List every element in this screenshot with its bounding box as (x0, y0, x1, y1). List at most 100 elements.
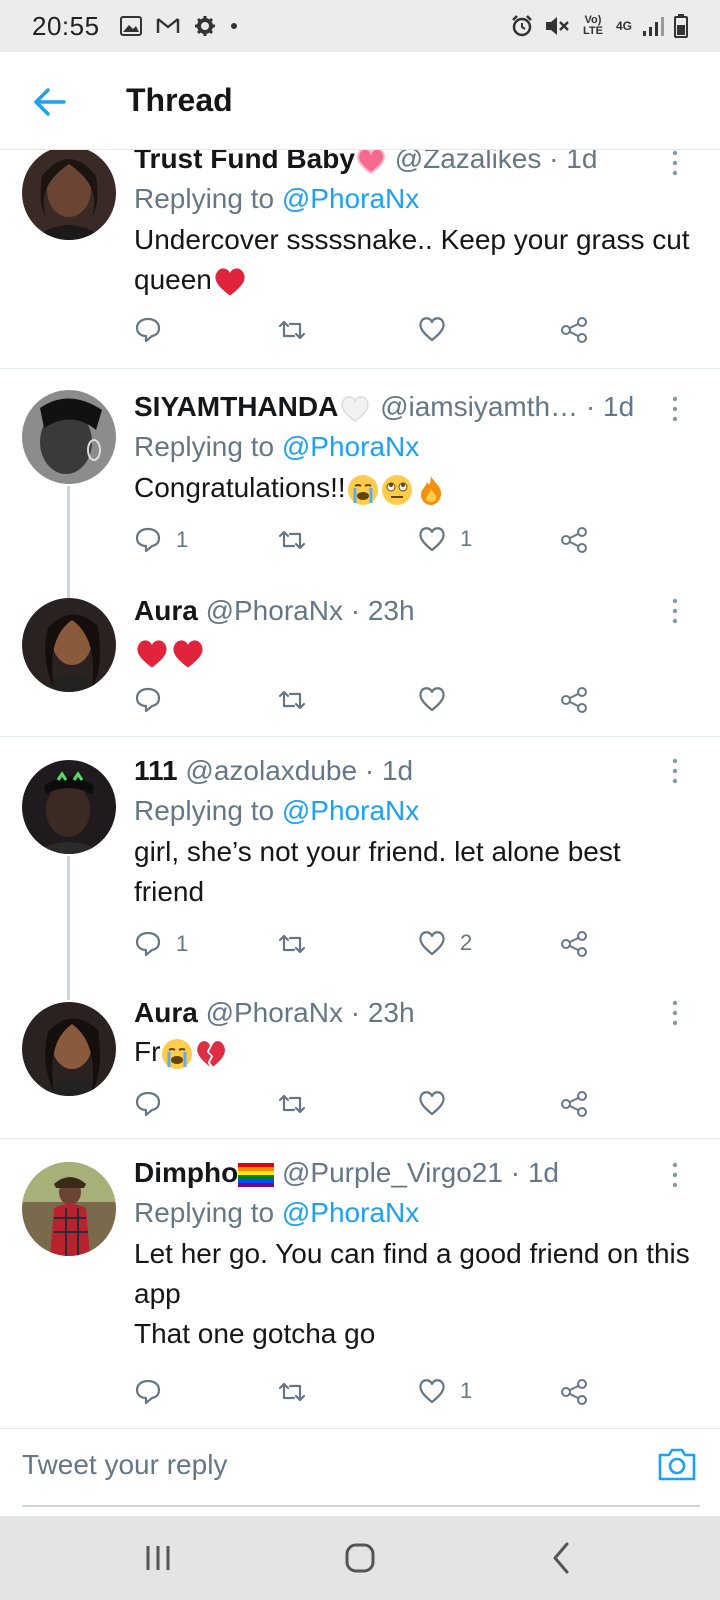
heart-icon (419, 1091, 445, 1116)
like-button[interactable]: 2 (418, 930, 472, 956)
share-icon (561, 1091, 587, 1117)
reply-underline (22, 1505, 700, 1507)
retweet-icon (278, 1094, 306, 1114)
retweet-button[interactable] (276, 526, 308, 554)
home-icon[interactable] (340, 1538, 380, 1578)
retweet-icon (278, 934, 306, 954)
display-name[interactable]: SIYAMTHANDA (134, 391, 338, 422)
user-handle[interactable]: @iamsiyamth… (380, 391, 578, 422)
broken-heart-icon (197, 1040, 226, 1067)
tweet-time: · 1d (549, 150, 598, 174)
replying-to: Replying to @PhoraNx (134, 182, 700, 216)
avatar[interactable] (22, 760, 116, 854)
tweet-header: Dimpho @Purple_Virgo21 · 1d (134, 1156, 700, 1190)
like-count: 2 (460, 930, 473, 955)
share-button[interactable] (560, 1090, 588, 1118)
display-name[interactable]: 111 (134, 755, 178, 786)
red-heart-icon (173, 639, 203, 668)
rainbow-flag-icon (238, 1162, 275, 1187)
recents-icon[interactable] (138, 1538, 178, 1578)
mention-link[interactable]: @PhoraNx (282, 183, 419, 214)
divider (0, 368, 720, 369)
reply-button[interactable]: 1 (134, 526, 188, 554)
mention-link[interactable]: @PhoraNx (282, 795, 419, 826)
tweet-text (134, 632, 700, 672)
like-button[interactable] (418, 316, 460, 342)
like-button[interactable]: 1 (418, 1378, 472, 1404)
more-options-icon[interactable] (670, 396, 680, 422)
mention-link[interactable]: @PhoraNx (282, 1197, 419, 1228)
gallery-icon (119, 16, 142, 36)
more-options-icon[interactable] (670, 758, 680, 784)
avatar[interactable] (22, 1162, 116, 1256)
avatar[interactable] (22, 390, 116, 484)
user-handle[interactable]: @Purple_Virgo21 (282, 1157, 503, 1188)
user-handle[interactable]: @PhoraNx (206, 595, 343, 626)
divider (0, 736, 720, 737)
more-options-icon[interactable] (670, 1162, 680, 1188)
like-button[interactable] (418, 1090, 460, 1116)
reply-button[interactable] (134, 1090, 176, 1118)
like-button[interactable] (418, 686, 460, 712)
share-icon (561, 527, 587, 553)
tweet-actions: 1 2 (134, 930, 614, 970)
share-button[interactable] (560, 526, 588, 554)
reply-button[interactable] (134, 1378, 176, 1406)
tweet-time: · 23h (350, 997, 415, 1028)
share-button[interactable] (560, 686, 588, 714)
mention-link[interactable]: @PhoraNx (282, 431, 419, 462)
page-title: Thread (126, 82, 233, 118)
like-count: 1 (460, 526, 473, 551)
display-name[interactable]: Aura (134, 595, 198, 626)
status-time: 20:55 (32, 10, 100, 41)
arrow-left-icon[interactable] (30, 82, 70, 122)
back-icon[interactable] (542, 1538, 582, 1578)
tweet-actions (134, 1090, 614, 1130)
thread-feed[interactable]: Trust Fund Baby @Zazalikes · 1d Replying… (0, 150, 720, 1428)
reply-icon (135, 1379, 161, 1405)
avatar[interactable] (22, 150, 116, 240)
display-name[interactable]: Aura (134, 997, 198, 1028)
share-icon (561, 687, 587, 713)
tweet-header: Aura @PhoraNx · 23h (134, 996, 700, 1030)
reply-button[interactable]: 1 (134, 930, 188, 958)
heart-icon (419, 931, 445, 956)
retweet-button[interactable] (276, 1378, 308, 1406)
tweet-time: · 23h (350, 595, 415, 626)
like-button[interactable]: 1 (418, 526, 472, 552)
reply-input[interactable] (22, 1443, 622, 1487)
more-options-icon[interactable] (670, 150, 680, 176)
heart-icon (419, 687, 445, 712)
more-options-icon[interactable] (670, 1000, 680, 1026)
reply-button[interactable] (134, 316, 176, 344)
more-options-icon[interactable] (670, 598, 680, 624)
replying-to: Replying to @PhoraNx (134, 430, 700, 464)
share-button[interactable] (560, 930, 588, 958)
user-handle[interactable]: @Zazalikes (395, 150, 542, 174)
retweet-button[interactable] (276, 686, 308, 714)
user-handle[interactable]: @azolaxdube (185, 755, 357, 786)
divider (0, 1138, 720, 1139)
signal-icon (643, 17, 664, 36)
tweet-text-line: That one gotcha go (134, 1318, 376, 1349)
tweet-actions: 1 1 (134, 526, 614, 566)
avatar[interactable] (22, 1002, 116, 1096)
tweet-text-line: Let her go. You can find a good friend o… (134, 1238, 690, 1309)
user-handle[interactable]: @PhoraNx (206, 997, 343, 1028)
tweet-text-content: Congratulations!! (134, 472, 346, 503)
tweet-time: · 1d (510, 1157, 559, 1188)
display-name[interactable]: Trust Fund Baby (134, 150, 355, 174)
reply-icon (135, 317, 161, 343)
status-notification-icons (119, 15, 238, 37)
share-button[interactable] (560, 316, 588, 344)
share-button[interactable] (560, 1378, 588, 1406)
retweet-button[interactable] (276, 930, 308, 958)
display-name[interactable]: Dimpho (134, 1157, 238, 1188)
camera-icon[interactable] (656, 1443, 698, 1485)
retweet-button[interactable] (276, 316, 308, 344)
retweet-button[interactable] (276, 1090, 308, 1118)
avatar[interactable] (22, 598, 116, 692)
reply-icon (135, 527, 161, 553)
reply-button[interactable] (134, 686, 176, 714)
rolling-eyes-icon (381, 474, 412, 505)
